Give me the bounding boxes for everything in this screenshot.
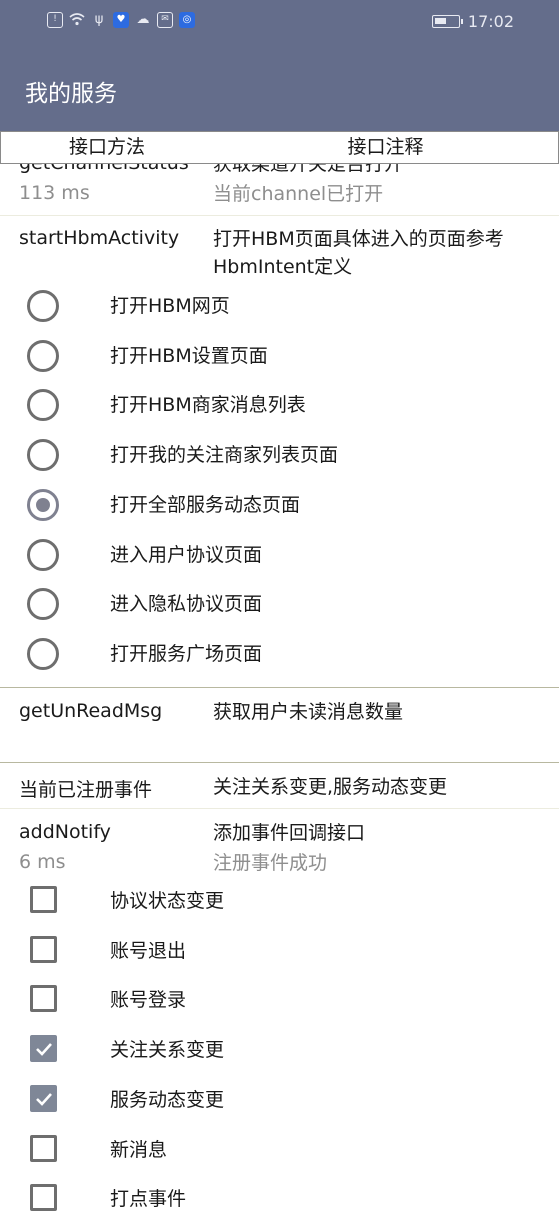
radio-unselected-icon[interactable] [27,339,59,372]
app-bar: ! ψ ♥ ☁ ✉ ◎ 17:02 我的服务 [0,0,559,131]
hbm-option-4[interactable]: 打开全部服务动态页面 [0,480,559,528]
option-label: 打开全部服务动态页面 [110,493,301,516]
option-label: 进入隐私协议页面 [110,593,263,616]
page-title: 我的服务 [25,81,117,107]
alert-icon: ! [47,12,63,28]
service-list[interactable]: 接口方法 接口注释 getChannelStatus 获取渠道开关是否打开 11… [0,131,559,1211]
hbm-option-6[interactable]: 进入隐私协议页面 [0,579,559,627]
notify-option-2[interactable]: 账号登录 [0,975,559,1023]
checkbox-unchecked-icon[interactable] [30,935,57,963]
option-label: 账号登录 [110,989,187,1012]
radio-unselected-icon[interactable] [27,290,59,322]
mail-icon: ✉ [157,12,173,28]
radio-unselected-icon[interactable] [27,439,59,472]
call-time: 6 ms [19,851,66,873]
method-desc: 获取用户未读消息数量 [213,701,404,723]
method-name: addNotify [19,821,111,843]
option-label: 打开我的关注商家列表页面 [110,444,339,467]
notify-option-1[interactable]: 账号退出 [0,926,559,974]
header-method: 接口方法 [68,136,145,158]
clock: 17:02 [467,12,514,31]
radio-unselected-icon[interactable] [27,637,59,670]
checkbox-unchecked-icon[interactable] [30,985,57,1013]
hbm-option-0[interactable]: 打开HBM网页 [0,281,559,329]
hbm-option-7[interactable]: 打开服务广场页面 [0,629,559,677]
header-comment: 接口注释 [347,136,424,158]
method-name: 当前已注册事件 [19,779,153,801]
option-label: 打开HBM设置页面 [110,344,268,367]
usb-icon: ψ [94,12,104,27]
notify-option-0[interactable]: 协议状态变更 [0,876,559,924]
checkbox-unchecked-icon[interactable] [30,886,57,913]
hbm-option-3[interactable]: 打开我的关注商家列表页面 [0,430,559,478]
option-label: 新消息 [110,1138,168,1161]
call-result: 注册事件成功 [213,852,328,874]
divider [0,762,559,763]
divider [0,808,559,809]
radio-unselected-icon[interactable] [27,538,59,571]
radio-selected-icon[interactable] [27,488,59,521]
method-desc: 添加事件回调接口 [213,822,366,844]
option-label: 关注关系变更 [110,1039,225,1062]
option-label: 打点事件 [110,1188,187,1211]
call-result: 当前channel已打开 [213,183,384,205]
divider [0,215,559,216]
battery-icon [431,15,463,28]
checkbox-checked-icon[interactable] [30,1084,57,1112]
notify-option-5[interactable]: 新消息 [0,1125,559,1173]
option-label: 服务动态变更 [110,1088,225,1111]
checkbox-checked-icon[interactable] [30,1035,57,1063]
option-label: 账号退出 [110,939,187,962]
option-label: 打开HBM商家消息列表 [110,394,306,417]
method-desc: 打开HBM页面具体进入的页面参考HbmIntent定义 [213,228,504,278]
hbm-option-5[interactable]: 进入用户协议页面 [0,530,559,578]
call-time: 113 ms [19,182,90,204]
status-right: 17:02 [431,12,514,31]
status-icons: ! ψ ♥ ☁ ✉ ◎ [47,12,195,28]
option-label: 协议状态变更 [110,890,225,912]
hbm-option-1[interactable]: 打开HBM设置页面 [0,331,559,379]
shield-icon: ◎ [179,12,195,28]
app-icon: ♥ [113,12,129,28]
divider [0,687,559,688]
radio-unselected-icon[interactable] [27,588,59,621]
status-bar: ! ψ ♥ ☁ ✉ ◎ 17:02 [0,0,559,44]
option-label: 打开HBM网页 [110,295,230,317]
notify-option-4[interactable]: 服务动态变更 [0,1075,559,1123]
notify-option-6[interactable]: 打点事件 [0,1174,559,1211]
option-label: 进入用户协议页面 [110,543,263,566]
notify-option-3[interactable]: 关注关系变更 [0,1025,559,1073]
checkbox-unchecked-icon[interactable] [30,1134,57,1162]
cloud-icon: ☁ [136,12,150,27]
method-name: startHbmActivity [19,227,180,249]
hbm-option-2[interactable]: 打开HBM商家消息列表 [0,380,559,428]
method-name: getUnReadMsg [19,700,163,722]
radio-unselected-icon[interactable] [27,389,59,422]
wifi-icon [69,12,85,28]
checkbox-unchecked-icon[interactable] [30,1184,57,1211]
method-desc: 关注关系变更,服务动态变更 [213,776,448,798]
option-label: 打开服务广场页面 [110,642,263,665]
table-header: 接口方法 接口注释 [0,131,559,164]
